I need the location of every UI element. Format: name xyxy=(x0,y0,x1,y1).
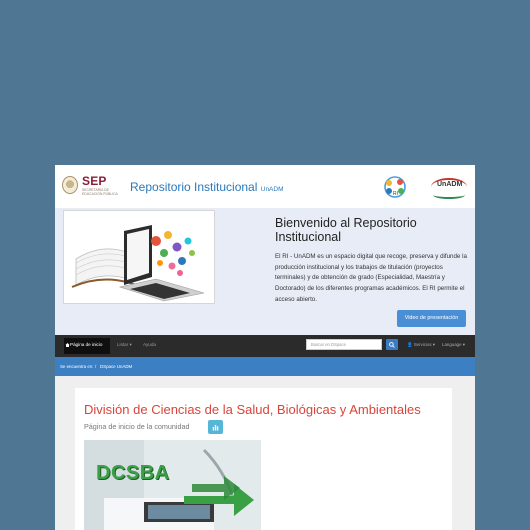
site-title-main: Repositorio Institucional xyxy=(130,180,258,194)
sep-logo-text: SEP xyxy=(82,174,107,188)
breadcrumb-item-home[interactable]: DSpace UnADM xyxy=(100,364,132,369)
laptop-book-illustration xyxy=(63,210,215,304)
community-title: División de Ciencias de la Salud, Biológ… xyxy=(84,402,421,417)
nav-help-link[interactable]: Ayuda xyxy=(143,342,156,347)
banner-text: DCSBA xyxy=(96,462,170,484)
nav-language-dropdown[interactable]: Language ▾ xyxy=(442,342,465,348)
search-placeholder: Buscar en DSpace xyxy=(311,342,346,347)
breadcrumb: Se encuentra en: / DSpace UnADM xyxy=(55,357,475,376)
nav-browse-dropdown[interactable]: Listar ▾ xyxy=(117,342,132,348)
main-navbar: Página de inicio Listar ▾ Ayuda Buscar e… xyxy=(55,335,475,357)
site-title-suffix: UnADM xyxy=(260,186,284,193)
breadcrumb-separator: / xyxy=(95,364,97,369)
site-title[interactable]: Repositorio Institucional UnADM xyxy=(130,180,284,194)
search-input[interactable]: Buscar en DSpace xyxy=(306,339,382,350)
breadcrumb-prefix: Se encuentra en: xyxy=(60,364,94,369)
chevron-down-icon: ▾ xyxy=(432,342,435,347)
sep-logo-subtitle: SECRETARÍA DE EDUCACIÓN PÚBLICA xyxy=(82,188,118,196)
community-subtitle: Página de inicio de la comunidad xyxy=(84,422,190,431)
nav-home-link[interactable]: Página de inicio xyxy=(64,338,110,354)
chevron-down-icon: ▾ xyxy=(129,342,132,347)
welcome-jumbotron: Bienvenido al Repositorio Institucional … xyxy=(55,208,475,335)
chevron-down-icon: ▾ xyxy=(462,342,465,347)
unadm-logo[interactable]: UnADM xyxy=(431,177,467,199)
video-presentation-button[interactable]: Video de presentación xyxy=(397,310,466,327)
nav-browse-label: Listar xyxy=(117,342,129,347)
welcome-title: Bienvenido al Repositorio Institucional xyxy=(275,216,417,244)
site-header: SEP SECRETARÍA DE EDUCACIÓN PÚBLICA Repo… xyxy=(55,165,475,208)
community-card: División de Ciencias de la Salud, Biológ… xyxy=(75,388,452,530)
logo-swoosh-green xyxy=(433,191,465,199)
search-button[interactable] xyxy=(386,339,398,350)
ri-logo-icon[interactable]: RI xyxy=(380,176,410,198)
welcome-description: El RI - UnADM es un espacio digital que … xyxy=(275,253,467,303)
bar-chart-icon xyxy=(212,424,219,431)
nav-language-label: Language xyxy=(442,342,462,347)
browser-viewport: SEP SECRETARÍA DE EDUCACIÓN PÚBLICA Repo… xyxy=(55,165,475,530)
coat-of-arms-icon xyxy=(62,176,78,194)
community-banner-image: DCSBA DCSBA xyxy=(84,440,261,530)
nav-services-dropdown[interactable]: 👤 Servicios ▾ xyxy=(407,342,435,348)
ri-logo-text: RI xyxy=(393,191,398,197)
search-icon xyxy=(389,341,395,348)
sep-logo[interactable]: SEP SECRETARÍA DE EDUCACIÓN PÚBLICA xyxy=(62,174,124,200)
nav-home-label: Página de inicio xyxy=(70,342,103,347)
nav-services-label: Servicios xyxy=(413,342,432,347)
statistics-button[interactable] xyxy=(208,420,223,434)
user-icon: 👤 xyxy=(407,342,413,347)
unadm-logo-text: UnADM xyxy=(437,181,463,188)
